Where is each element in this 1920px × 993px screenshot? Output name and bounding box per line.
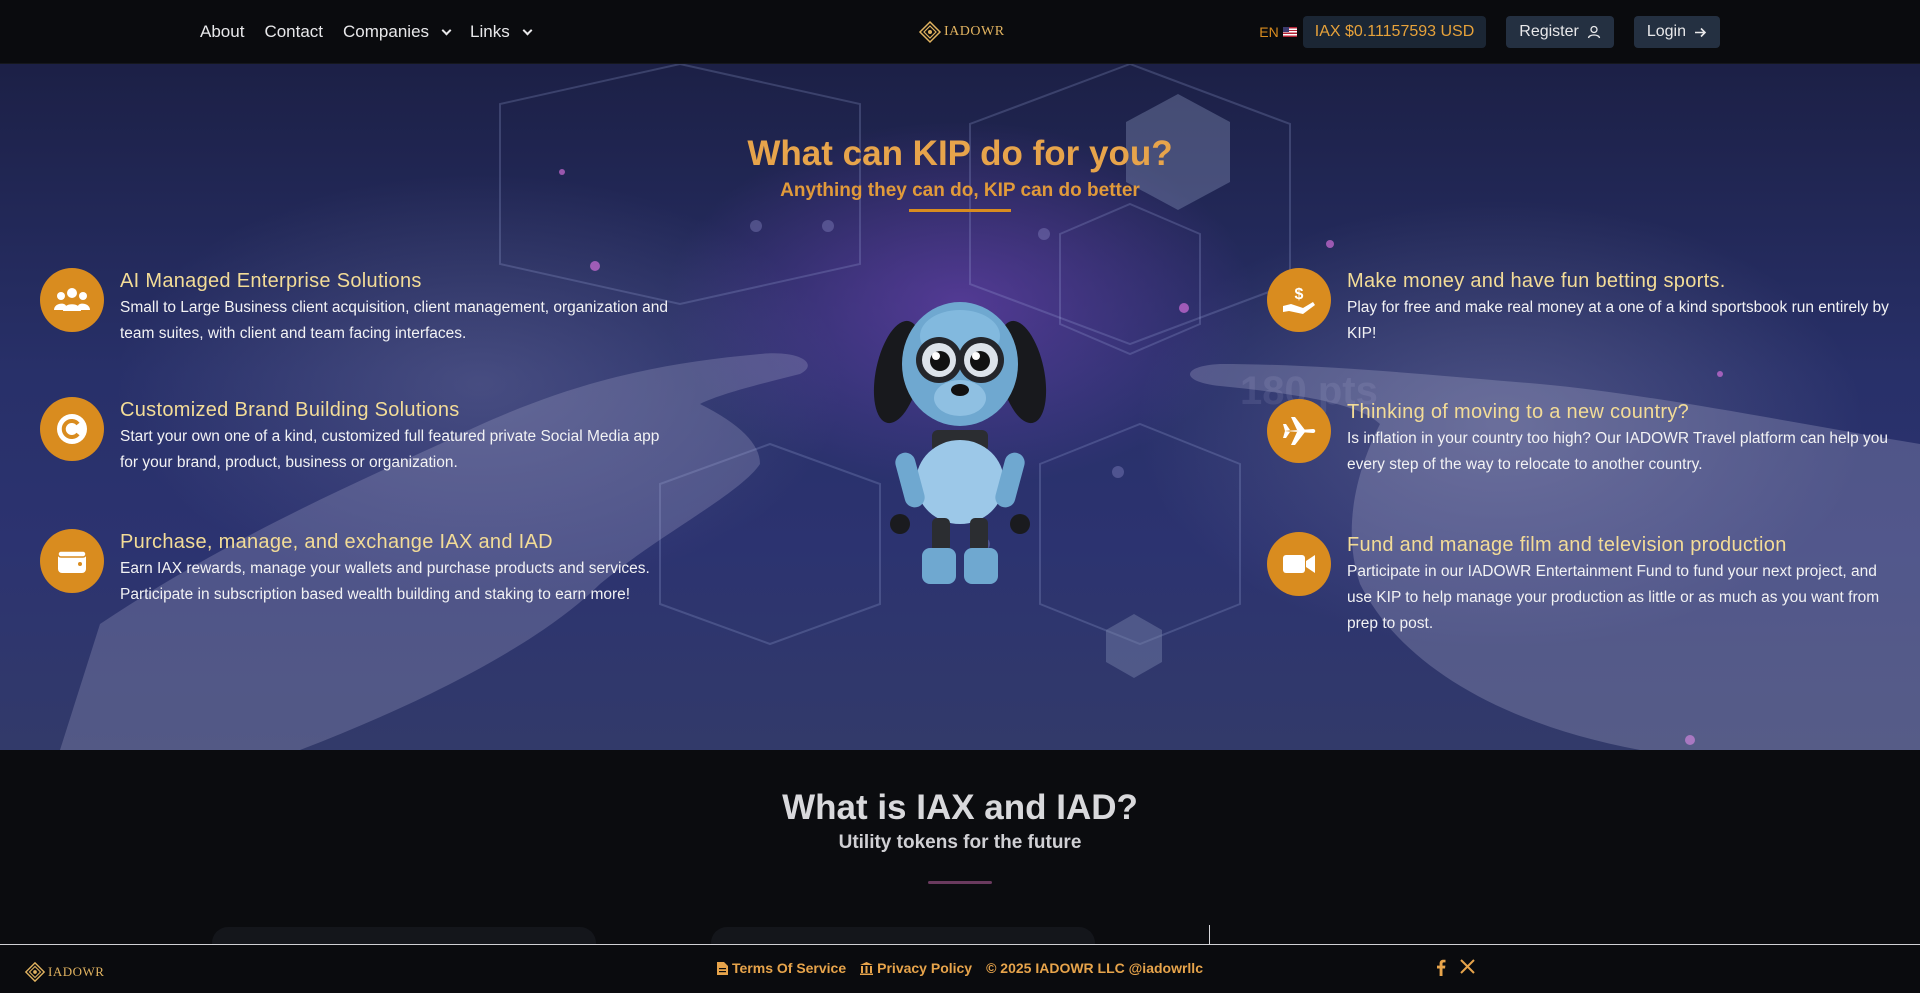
feature-film-production: Fund and manage film and television prod… xyxy=(1267,532,1897,637)
copyright-text: © 2025 IADOWR LLC @iadowrllc xyxy=(986,960,1203,976)
facebook-icon[interactable] xyxy=(1436,959,1446,976)
nav-links: About Contact Companies Links xyxy=(200,0,533,64)
feature-title: Purchase, manage, and exchange IAX and I… xyxy=(120,531,553,553)
chevron-down-icon xyxy=(522,25,533,35)
iadowr-logo-icon xyxy=(918,20,942,44)
building-icon xyxy=(860,961,874,975)
nav-companies-label: Companies xyxy=(343,22,430,41)
nav-about-label: About xyxy=(200,22,245,41)
section-divider xyxy=(928,881,992,884)
nav-links-dropdown[interactable]: Links xyxy=(470,22,533,42)
us-flag-icon xyxy=(1282,27,1297,37)
register-button[interactable]: Register xyxy=(1506,16,1614,48)
hero-subtitle: Anything they can do, KIP can do better xyxy=(780,180,1140,201)
feature-description: Participate in our IADOWR Entertainment … xyxy=(1347,563,1880,632)
nav-about[interactable]: About xyxy=(200,22,244,42)
svg-text:$: $ xyxy=(1295,286,1304,303)
footer: IADOWR Terms Of Service Privacy Policy ©… xyxy=(0,944,1920,993)
feature-travel: Thinking of moving to a new country? Is … xyxy=(1267,399,1897,478)
section-title: What is IAX and IAD? xyxy=(782,788,1138,827)
feature-title: Thinking of moving to a new country? xyxy=(1347,401,1690,423)
feature-title: Make money and have fun betting sports. xyxy=(1347,270,1726,292)
feature-iax-iad: Purchase, manage, and exchange IAX and I… xyxy=(40,529,670,608)
nav-right: EN IAX $0.11157593 USD Register Login xyxy=(1259,16,1720,48)
chevron-down-icon xyxy=(441,25,452,35)
nav-contact-label: Contact xyxy=(264,22,324,41)
video-camera-icon xyxy=(1267,532,1331,596)
feature-description: Small to Large Business client acquisiti… xyxy=(120,299,668,342)
feature-sports-betting: $ Make money and have fun betting sports… xyxy=(1267,268,1897,347)
kip-hero-section: 180 pts What can KIP do for you? Anythin… xyxy=(0,64,1920,750)
people-icon xyxy=(40,268,104,332)
brand-name: IADOWR xyxy=(944,24,1005,39)
privacy-link[interactable]: Privacy Policy xyxy=(860,960,972,976)
nav-companies-dropdown[interactable]: Companies xyxy=(343,22,452,42)
feature-description: Earn IAX rewards, manage your wallets an… xyxy=(120,560,650,603)
copyright-icon xyxy=(40,397,104,461)
hero-underline xyxy=(909,209,1011,212)
terms-link[interactable]: Terms Of Service xyxy=(717,960,846,976)
iax-price-badge: IAX $0.11157593 USD xyxy=(1302,16,1487,48)
feature-description: Start your own one of a kind, customized… xyxy=(120,428,660,471)
feature-brand-building: Customized Brand Building Solutions Star… xyxy=(40,397,670,476)
iax-iad-section: What is IAX and IAD? Utility tokens for … xyxy=(0,750,1920,947)
language-selector[interactable]: EN xyxy=(1259,24,1297,40)
hero-title: What can KIP do for you? xyxy=(747,134,1173,173)
privacy-label: Privacy Policy xyxy=(877,960,973,976)
footer-links: Terms Of Service Privacy Policy © 2025 I… xyxy=(0,960,1920,976)
kip-robot-dog-mascot xyxy=(873,302,1047,584)
airplane-icon xyxy=(1267,399,1331,463)
terms-label: Terms Of Service xyxy=(732,960,847,976)
feature-title: Fund and manage film and television prod… xyxy=(1347,534,1787,556)
x-icon[interactable] xyxy=(1460,959,1475,974)
nav-contact[interactable]: Contact xyxy=(264,22,323,42)
feature-title: Customized Brand Building Solutions xyxy=(120,399,460,421)
feature-enterprise: AI Managed Enterprise Solutions Small to… xyxy=(40,268,670,347)
money-hand-icon: $ xyxy=(1267,268,1331,332)
feature-description: Is inflation in your country too high? O… xyxy=(1347,430,1889,473)
brand-logo[interactable]: IADOWR xyxy=(918,20,1005,44)
nav-links-label: Links xyxy=(470,22,510,41)
text-cursor xyxy=(1209,925,1210,945)
login-label: Login xyxy=(1646,23,1686,40)
section-subtitle: Utility tokens for the future xyxy=(838,832,1082,853)
feature-description: Play for free and make real money at a o… xyxy=(1347,299,1889,342)
footer-social xyxy=(1436,959,1475,976)
top-navbar: About Contact Companies Links IADOWR EN … xyxy=(0,0,1920,64)
language-label: EN xyxy=(1259,24,1279,40)
arrow-right-icon xyxy=(1695,27,1707,37)
document-icon xyxy=(717,961,728,975)
login-button[interactable]: Login xyxy=(1633,16,1720,48)
feature-title: AI Managed Enterprise Solutions xyxy=(120,270,422,292)
wallet-icon xyxy=(40,529,104,593)
register-label: Register xyxy=(1519,23,1579,40)
user-icon xyxy=(1587,25,1600,39)
